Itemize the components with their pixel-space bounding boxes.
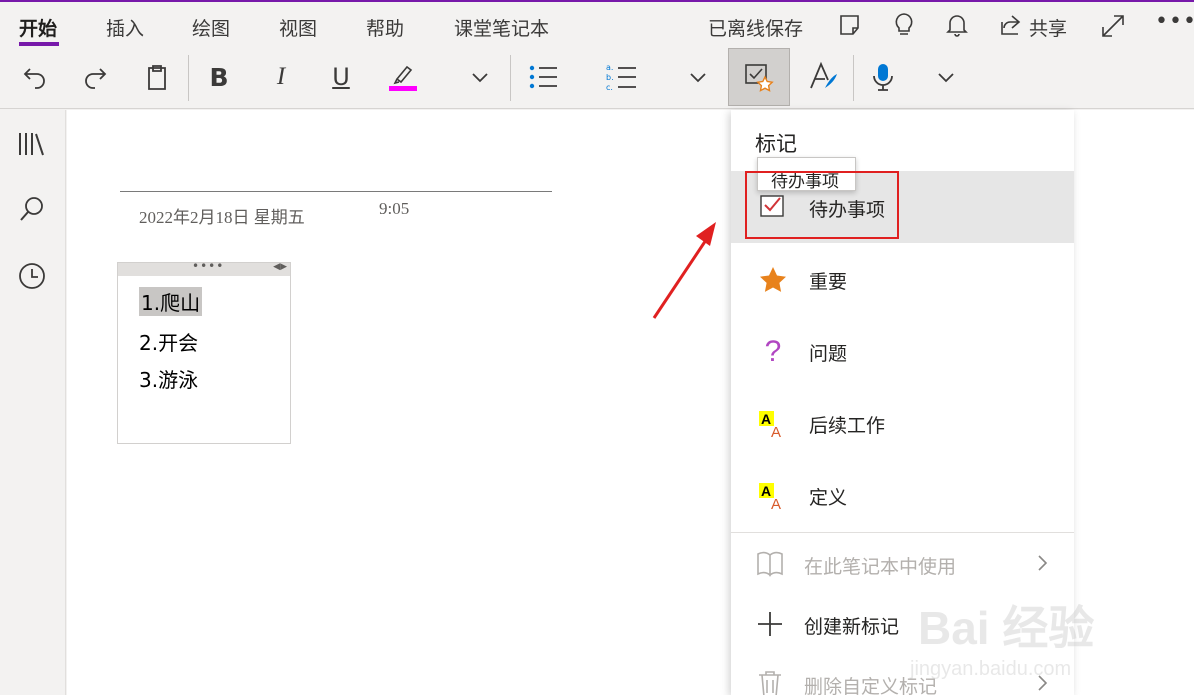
page-date: 2022年2月18日 星期五 bbox=[139, 208, 305, 227]
page-time: 9:05 bbox=[379, 199, 410, 218]
list-item[interactable]: 1.爬山 bbox=[139, 287, 203, 316]
tag-item-label: 定义 bbox=[809, 487, 848, 509]
watermark-url: jingyan.baidu.com bbox=[910, 658, 1072, 680]
tab-draw[interactable]: 绘图 bbox=[192, 14, 230, 41]
highlight-button[interactable] bbox=[385, 47, 421, 107]
page-title-underline bbox=[120, 191, 552, 192]
resize-arrows-icon[interactable]: ◀▶ bbox=[273, 262, 287, 272]
more-options-icon[interactable]: ••• bbox=[1155, 9, 1194, 34]
offline-saved-status: 已离线保存 bbox=[708, 18, 804, 40]
clipboard-icon bbox=[148, 65, 166, 90]
bold-button[interactable]: B bbox=[200, 47, 238, 107]
create-tag-label: 创建新标记 bbox=[804, 616, 900, 638]
tag-item-definition[interactable]: AA 定义 bbox=[731, 459, 1074, 531]
tags-menu-title: 标记 bbox=[755, 132, 797, 156]
undo-icon bbox=[23, 68, 45, 89]
tab-view[interactable]: 视图 bbox=[279, 14, 317, 41]
paste-button[interactable] bbox=[138, 47, 176, 107]
numbered-list-icon: a.b.c. bbox=[606, 63, 636, 92]
underline-button[interactable]: U bbox=[322, 47, 360, 107]
drag-dots-icon: •••• bbox=[192, 259, 225, 273]
note-container[interactable]: •••• ◀▶ 1.爬山 2.开会 3.游泳 bbox=[117, 259, 291, 444]
tab-help[interactable]: 帮助 bbox=[366, 14, 404, 41]
chevron-down-icon bbox=[690, 73, 706, 83]
chevron-down-icon bbox=[472, 73, 488, 83]
share-icon[interactable] bbox=[998, 12, 1024, 43]
watermark-brand: Bai 经验 bbox=[918, 602, 1095, 654]
notebooks-button[interactable] bbox=[14, 126, 50, 162]
ribbon-toolbar: B I U a. b. c. bbox=[0, 47, 1194, 109]
list-item[interactable]: 3.游泳 bbox=[139, 364, 198, 393]
list-item[interactable]: 2.开会 bbox=[139, 327, 198, 356]
highlight-a-icon: AA bbox=[758, 481, 788, 511]
tag-item-follow-up[interactable]: AA 后续工作 bbox=[731, 387, 1074, 459]
svg-text:A: A bbox=[771, 496, 781, 511]
expand-icon[interactable] bbox=[1100, 13, 1126, 44]
highlight-a-icon: AA bbox=[758, 409, 788, 439]
font-format-dropdown[interactable] bbox=[466, 47, 494, 107]
svg-text:A: A bbox=[761, 483, 771, 499]
clock-icon bbox=[19, 263, 45, 289]
star-icon bbox=[758, 265, 788, 295]
tag-star-icon bbox=[745, 64, 774, 92]
italic-button[interactable]: I bbox=[262, 47, 300, 107]
svg-text:A: A bbox=[771, 424, 781, 439]
list-options-dropdown[interactable] bbox=[684, 47, 712, 107]
active-tab-underline bbox=[19, 42, 59, 46]
tag-item-question[interactable]: ? 问题 bbox=[731, 315, 1074, 387]
styles-button[interactable] bbox=[804, 47, 842, 107]
text-style-icon bbox=[810, 61, 837, 89]
annotation-highlight-box bbox=[745, 171, 899, 239]
dictate-button[interactable] bbox=[866, 47, 900, 107]
library-icon bbox=[19, 133, 44, 156]
trash-icon bbox=[759, 671, 781, 695]
left-navigation-rail bbox=[0, 110, 66, 695]
note-drag-handle[interactable]: •••• ◀▶ bbox=[118, 259, 290, 276]
chevron-down-icon bbox=[938, 73, 954, 83]
bullet-list-button[interactable] bbox=[524, 47, 562, 107]
question-icon: ? bbox=[764, 335, 782, 368]
dictate-options-dropdown[interactable] bbox=[932, 47, 960, 107]
tag-item-label: 问题 bbox=[809, 343, 848, 365]
search-button[interactable] bbox=[14, 191, 50, 227]
tab-home[interactable]: 开始 bbox=[19, 14, 57, 41]
numbered-list-button[interactable]: a. b. c. bbox=[602, 47, 640, 107]
svg-text:c.: c. bbox=[606, 83, 613, 92]
svg-text:a.: a. bbox=[606, 63, 613, 72]
recent-button[interactable] bbox=[14, 258, 50, 294]
bullet-list-icon bbox=[529, 65, 557, 89]
redo-icon bbox=[85, 68, 107, 89]
tag-item-important[interactable]: 重要 bbox=[731, 243, 1074, 315]
tab-insert[interactable]: 插入 bbox=[106, 14, 144, 41]
svg-text:A: A bbox=[761, 411, 771, 427]
undo-button[interactable] bbox=[16, 47, 54, 107]
microphone-icon bbox=[873, 64, 893, 91]
page-icon[interactable] bbox=[838, 12, 864, 43]
redo-button[interactable] bbox=[76, 47, 114, 107]
svg-text:b.: b. bbox=[606, 73, 614, 82]
bell-icon[interactable] bbox=[945, 12, 969, 43]
highlighter-icon bbox=[389, 65, 417, 91]
annotation-arrow bbox=[652, 222, 716, 319]
tab-class-notebook[interactable]: 课堂笔记本 bbox=[454, 14, 549, 41]
tag-item-label: 后续工作 bbox=[809, 415, 886, 437]
ribbon-tab-bar: 开始 插入 绘图 视图 帮助 课堂笔记本 已离线保存 共享 ••• bbox=[0, 2, 1194, 47]
tag-item-label: 重要 bbox=[809, 271, 848, 293]
plus-icon bbox=[758, 612, 782, 636]
book-icon bbox=[757, 551, 783, 577]
share-button[interactable]: 共享 bbox=[1029, 14, 1067, 41]
baidu-watermark: Bai 经验 jingyan.baidu.com bbox=[910, 570, 1150, 690]
menu-divider bbox=[731, 532, 1074, 533]
search-icon bbox=[20, 197, 43, 221]
tags-button[interactable] bbox=[728, 48, 790, 106]
lightbulb-icon[interactable] bbox=[892, 12, 916, 43]
